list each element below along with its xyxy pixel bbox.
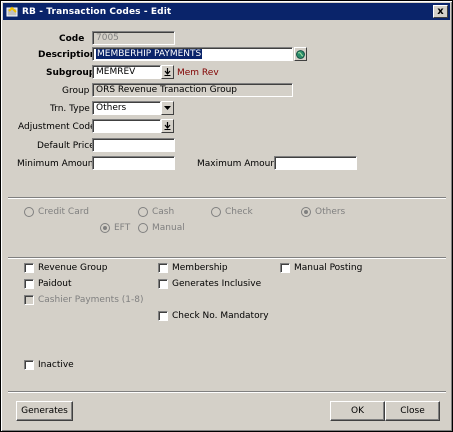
radio-selected-icon [301, 207, 311, 217]
title-bar: RB - Transaction Codes - Edit x [3, 3, 450, 20]
adjustment-code-label: Adjustment Code [18, 122, 96, 132]
translate-button[interactable] [294, 47, 307, 61]
checkbox-check-no-mandatory[interactable]: Check No. Mandatory [158, 311, 269, 321]
checkbox-membership-label: Membership [172, 263, 228, 273]
close-window-button[interactable]: x [433, 5, 448, 18]
separator [8, 197, 446, 199]
adjustment-code-field[interactable] [92, 119, 161, 133]
checkbox-manual-posting-label: Manual Posting [294, 263, 363, 273]
checkbox-icon [24, 295, 34, 305]
checkbox-icon [24, 263, 34, 273]
group-field: ORS Revenue Tranaction Group [92, 83, 293, 97]
description-label: Description [38, 50, 97, 60]
radio-icon [24, 207, 34, 217]
checkbox-manual-posting[interactable]: Manual Posting [280, 263, 362, 273]
checkbox-icon [24, 360, 34, 370]
app-icon [6, 5, 19, 18]
default-price-field[interactable] [92, 138, 175, 152]
radio-others[interactable]: Others [301, 207, 345, 217]
radio-manual-label: Manual [152, 223, 185, 233]
maximum-amount-field[interactable] [274, 156, 357, 170]
ok-button[interactable]: OK [330, 401, 385, 421]
checkbox-icon [158, 279, 168, 289]
checkbox-revenue-group-label: Revenue Group [38, 263, 108, 273]
code-label: Code [59, 34, 85, 44]
minimum-amount-label: Minimum Amount [17, 159, 97, 169]
subgroup-label: Subgroup [46, 68, 96, 78]
group-label: Group [62, 86, 90, 96]
radio-eft-label: EFT [114, 223, 131, 233]
window-title: RB - Transaction Codes - Edit [22, 6, 172, 17]
adjustment-code-lov-button[interactable] [161, 119, 174, 133]
minimum-amount-field[interactable] [92, 156, 175, 170]
radio-cash-label: Cash [152, 207, 175, 217]
checkbox-icon [280, 263, 290, 273]
close-icon: x [437, 5, 444, 17]
checkbox-paidout[interactable]: Paidout [24, 279, 72, 289]
checkbox-cashier-payments-label: Cashier Payments (1-8) [38, 295, 144, 305]
description-value: MEMBERHIP PAYMENTS [96, 49, 203, 59]
transaction-codes-edit-window: RB - Transaction Codes - Edit x Code 700… [0, 0, 453, 432]
generates-button[interactable]: Generates [16, 401, 73, 421]
radio-selected-icon [100, 223, 110, 233]
trn-type-select[interactable]: Others [92, 101, 161, 115]
radio-cash[interactable]: Cash [138, 207, 174, 217]
checkbox-inactive-label: Inactive [38, 360, 74, 370]
radio-check[interactable]: Check [211, 207, 253, 217]
subgroup-description: Mem Rev [177, 68, 219, 78]
close-button[interactable]: Close [385, 401, 440, 421]
subgroup-field[interactable]: MEMREV [92, 65, 161, 79]
radio-others-label: Others [315, 207, 346, 217]
chevron-down-icon [164, 122, 171, 130]
description-field[interactable]: MEMBERHIP PAYMENTS [92, 47, 293, 61]
subgroup-lov-button[interactable] [161, 65, 174, 79]
radio-icon [138, 223, 148, 233]
separator [8, 391, 446, 393]
default-price-label: Default Price [37, 141, 95, 151]
maximum-amount-label: Maximum Amount [197, 159, 280, 169]
chevron-down-icon [164, 68, 171, 76]
radio-check-label: Check [225, 207, 253, 217]
checkbox-paidout-label: Paidout [38, 279, 72, 289]
checkbox-revenue-group[interactable]: Revenue Group [24, 263, 107, 273]
trn-type-dropdown-button[interactable] [161, 101, 174, 115]
trn-type-label: Trn. Type [50, 104, 90, 114]
radio-icon [138, 207, 148, 217]
checkbox-icon [24, 279, 34, 289]
code-field[interactable]: 7005 [92, 31, 175, 45]
radio-eft[interactable]: EFT [100, 223, 130, 233]
checkbox-check-no-mandatory-label: Check No. Mandatory [172, 311, 269, 321]
radio-credit-card-label: Credit Card [38, 207, 89, 217]
checkbox-generates-inclusive[interactable]: Generates Inclusive [158, 279, 261, 289]
separator [8, 257, 446, 259]
triangle-down-icon [164, 105, 171, 110]
radio-manual[interactable]: Manual [138, 223, 185, 233]
checkbox-membership[interactable]: Membership [158, 263, 228, 273]
checkbox-inactive[interactable]: Inactive [24, 360, 74, 370]
checkbox-generates-inclusive-label: Generates Inclusive [172, 279, 262, 289]
checkbox-cashier-payments[interactable]: Cashier Payments (1-8) [24, 295, 143, 305]
globe-icon [296, 49, 305, 59]
checkbox-icon [158, 263, 168, 273]
checkbox-icon [158, 311, 168, 321]
radio-credit-card[interactable]: Credit Card [24, 207, 89, 217]
radio-icon [211, 207, 221, 217]
